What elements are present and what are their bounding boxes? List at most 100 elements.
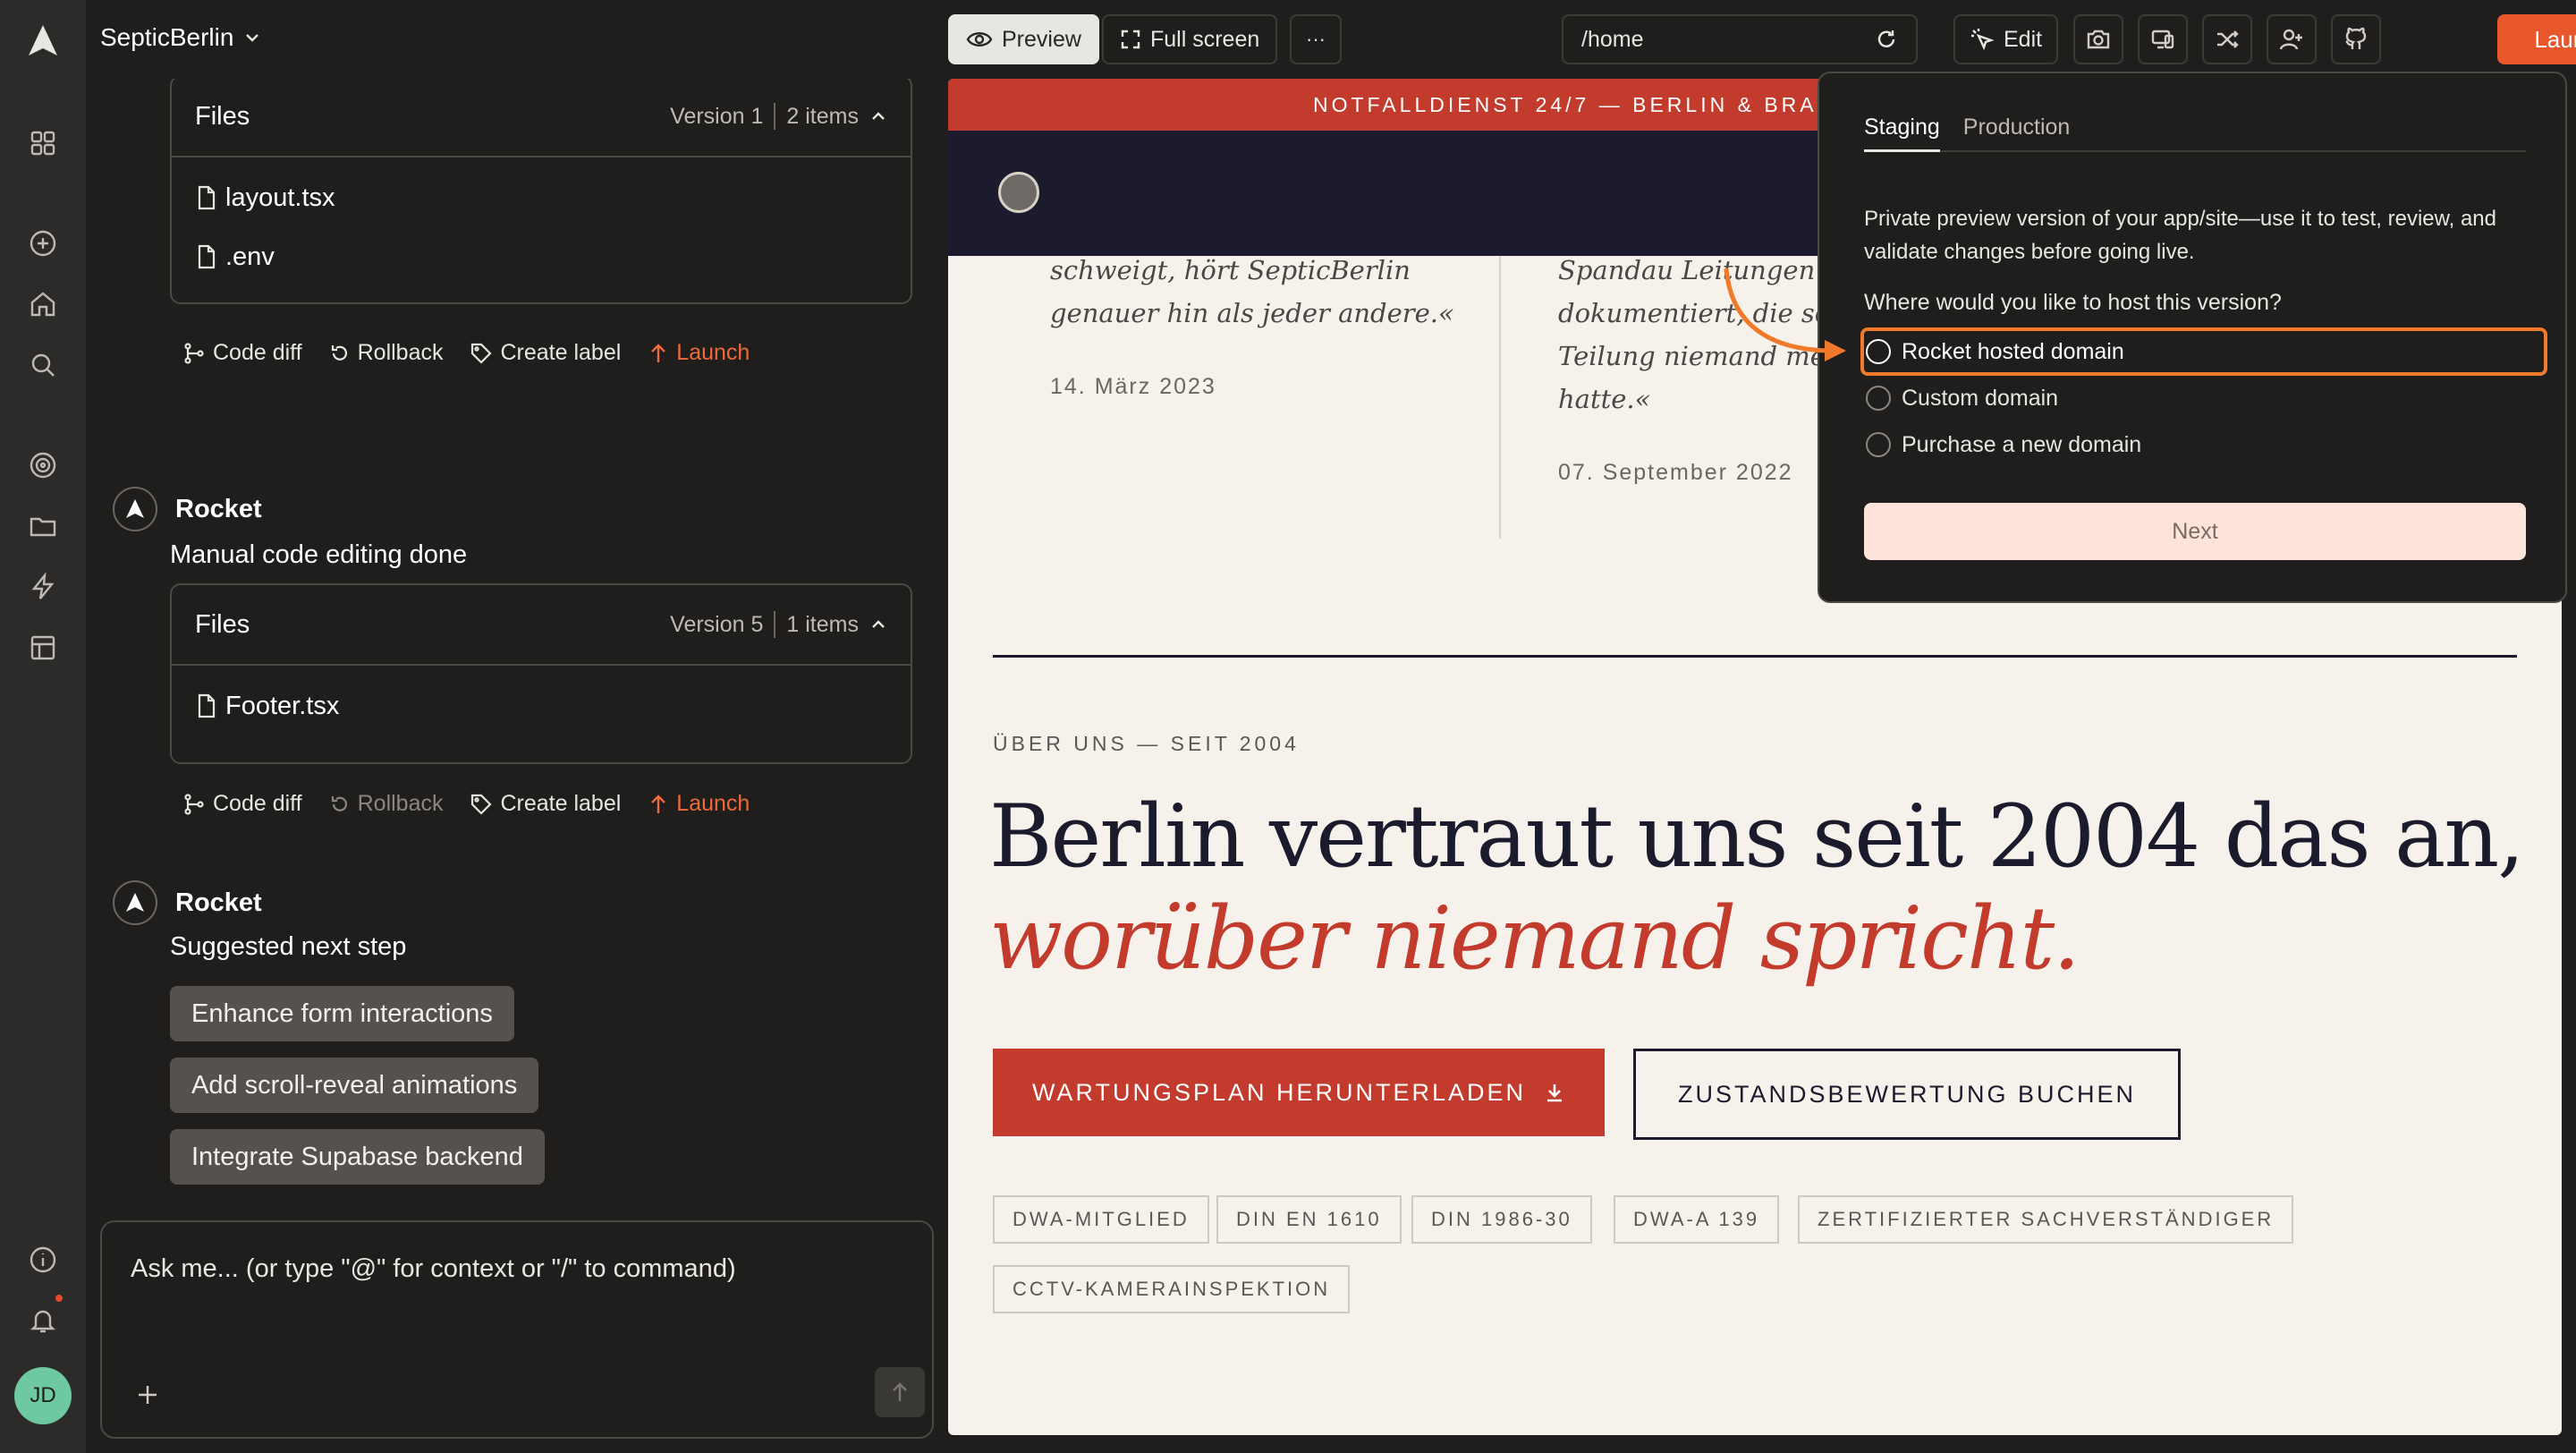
tab-production[interactable]: Production <box>1963 115 2071 152</box>
cursor-click-icon <box>1970 27 1995 52</box>
testimonial-quote-right: Spandau Leitungen dokumentiert, die seit… <box>1558 255 1849 414</box>
arrow-up-icon <box>648 793 669 816</box>
testimonial-date-left: 14. März 2023 <box>1050 374 1216 399</box>
tag-icon <box>470 793 493 816</box>
send-button[interactable] <box>875 1367 925 1417</box>
plus-icon[interactable] <box>136 1383 159 1406</box>
radio-rocket-hosted-domain[interactable]: Rocket hosted domain <box>1860 327 2547 376</box>
tab-staging[interactable]: Staging <box>1864 115 1940 152</box>
rocket-avatar-icon <box>113 880 157 925</box>
create-label-button[interactable]: Create label <box>470 791 621 817</box>
actions-row-2: Code diff Rollback Create label Launch <box>182 791 750 817</box>
undo-icon <box>329 343 351 364</box>
files-header-2[interactable]: Files Version 5 1 items <box>172 585 911 666</box>
files-block-1: Files Version 1 2 items layout.tsx .env <box>170 79 912 304</box>
code-diff-button[interactable]: Code diff <box>182 791 302 817</box>
chevron-up-icon[interactable] <box>869 616 887 633</box>
git-branch-icon <box>182 793 206 816</box>
certification-tag: DWA-A 139 <box>1614 1195 1780 1244</box>
url-bar[interactable]: /home <box>1562 14 1918 64</box>
icon-rail: JD <box>0 0 86 1453</box>
chevron-down-icon <box>242 28 262 47</box>
rollback-button[interactable]: Rollback <box>329 340 443 366</box>
next-button[interactable]: Next <box>1864 503 2526 560</box>
layout-icon[interactable] <box>25 630 61 666</box>
edit-button[interactable]: Edit <box>1953 14 2059 64</box>
version-label: Version 5 <box>670 611 764 637</box>
file-item[interactable]: Footer.tsx <box>172 676 911 735</box>
create-label-button[interactable]: Create label <box>470 340 621 366</box>
rocket-logo-icon[interactable] <box>23 21 63 61</box>
refresh-icon[interactable] <box>1875 28 1898 51</box>
shuffle-button[interactable] <box>2202 14 2252 64</box>
launch-button[interactable]: Launch <box>2497 14 2576 64</box>
files-block-2: Files Version 5 1 items Footer.tsx <box>170 583 912 764</box>
actions-row-1: Code diff Rollback Create label Launch <box>182 340 750 366</box>
message-text-2: Suggested next step <box>170 932 407 961</box>
git-branch-icon <box>182 342 206 365</box>
expand-icon <box>1120 29 1141 50</box>
screenshot-button[interactable] <box>2073 14 2123 64</box>
launch-link[interactable]: Launch <box>648 340 750 366</box>
home-icon[interactable] <box>25 286 61 322</box>
items-count: 1 items <box>786 611 859 637</box>
files-header-1[interactable]: Files Version 1 2 items <box>172 79 911 157</box>
book-assessment-button[interactable]: ZUSTANDSBEWERTUNG BUCHEN <box>1633 1049 2181 1140</box>
download-icon <box>1544 1082 1565 1103</box>
apps-grid-icon[interactable] <box>25 125 61 161</box>
info-icon[interactable] <box>25 1242 61 1278</box>
certification-tag: ZERTIFIZIERTER SACHVERSTÄNDIGER <box>1798 1195 2294 1244</box>
invite-user-button[interactable] <box>2267 14 2317 64</box>
full-screen-button[interactable]: Full screen <box>1102 14 1278 64</box>
preview-button[interactable]: Preview <box>948 14 1099 64</box>
top-bar: SepticBerlin Preview Full screen ··· /ho… <box>86 0 2576 79</box>
launch-popover: Staging Production Private preview versi… <box>1818 72 2567 603</box>
suggestion-chip[interactable]: Enhance form interactions <box>170 986 514 1041</box>
message-text-1: Manual code editing done <box>170 540 468 569</box>
hero-headline: Berlin vertraut uns seit 2004 das an, wo… <box>989 786 2525 989</box>
arrow-up-icon <box>889 1381 911 1404</box>
search-icon[interactable] <box>25 347 61 383</box>
new-project-icon[interactable] <box>25 225 61 261</box>
suggestion-chip[interactable]: Add scroll-reveal animations <box>170 1058 539 1113</box>
file-item[interactable]: layout.tsx <box>172 168 911 227</box>
folder-icon[interactable] <box>25 508 61 544</box>
notification-dot <box>55 1295 63 1302</box>
certification-tag: CCTV-KAMERAINSPEKTION <box>993 1265 1351 1313</box>
download-maintenance-plan-button[interactable]: WARTUNGSPLAN HERUNTERLADEN <box>993 1049 1605 1136</box>
rocket-message-header-1: Rocket <box>113 487 262 531</box>
more-options-button[interactable]: ··· <box>1290 14 1342 64</box>
chevron-up-icon[interactable] <box>869 107 887 125</box>
tag-icon <box>470 342 493 365</box>
radio-custom-domain[interactable]: Custom domain <box>1860 374 2547 422</box>
testimonial-quote-left: schweigt, hört SepticBerlin genauer hin … <box>1050 255 1454 328</box>
rollback-button-disabled: Rollback <box>329 791 443 817</box>
section-rule <box>993 655 2517 658</box>
radio-circle <box>1866 339 1891 364</box>
device-toggle-button[interactable] <box>2138 14 2188 64</box>
site-seal-logo[interactable] <box>998 172 1039 213</box>
column-divider <box>1499 256 1501 539</box>
file-item[interactable]: .env <box>172 227 911 286</box>
file-icon <box>197 244 216 269</box>
suggestion-chip[interactable]: Integrate Supabase backend <box>170 1129 545 1185</box>
url-text: /home <box>1581 26 1644 52</box>
chat-input-placeholder: Ask me... (or type "@" for context or "/… <box>131 1254 736 1283</box>
section-eyebrow: ÜBER UNS — SEIT 2004 <box>993 732 1300 755</box>
camera-icon <box>2086 27 2111 52</box>
certification-tag: DIN 1986-30 <box>1411 1195 1592 1244</box>
project-switcher[interactable]: SepticBerlin <box>100 23 262 52</box>
rocket-message-header-2: Rocket <box>113 880 262 925</box>
lightning-icon[interactable] <box>25 569 61 605</box>
code-diff-button[interactable]: Code diff <box>182 340 302 366</box>
github-button[interactable] <box>2331 14 2381 64</box>
chat-input[interactable]: Ask me... (or type "@" for context or "/… <box>100 1220 934 1439</box>
eye-icon <box>966 26 993 53</box>
user-avatar[interactable]: JD <box>14 1367 72 1424</box>
github-icon <box>2343 27 2368 52</box>
radio-purchase-domain[interactable]: Purchase a new domain <box>1860 421 2547 469</box>
staging-description: Private preview version of your app/site… <box>1864 207 2497 264</box>
target-icon[interactable] <box>25 447 61 483</box>
launch-link[interactable]: Launch <box>648 791 750 817</box>
bell-icon[interactable] <box>25 1303 61 1338</box>
